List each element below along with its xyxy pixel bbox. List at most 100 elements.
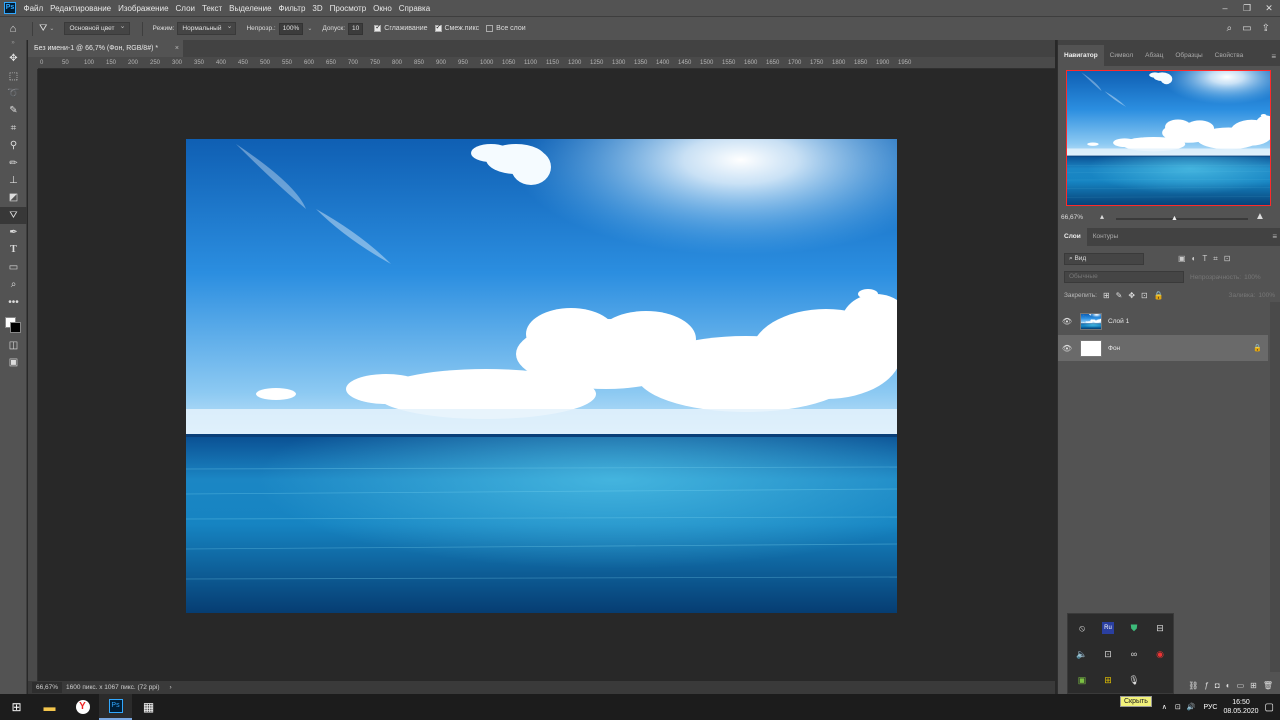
share-icon[interactable]: ⇪: [1262, 23, 1270, 34]
quick-mask-icon[interactable]: ◫: [0, 337, 27, 354]
clock[interactable]: 16:50 08.05.2020: [1224, 698, 1259, 716]
tray-warning-icon[interactable]: ⊞: [1095, 667, 1121, 693]
color-swatches[interactable]: [0, 311, 26, 337]
menu-edit[interactable]: Редактирование: [47, 4, 115, 13]
tab-character[interactable]: Символ: [1104, 45, 1139, 67]
restore-icon[interactable]: ❐: [1236, 3, 1258, 14]
menu-3d[interactable]: 3D: [309, 4, 326, 13]
blend-mode-select[interactable]: Нормальный: [177, 21, 237, 35]
menu-layers[interactable]: Слои: [172, 4, 198, 13]
tray-punto-icon[interactable]: Ru: [1102, 622, 1114, 634]
tray-mic-icon[interactable]: 🎙: [1121, 667, 1147, 693]
status-arrow-icon[interactable]: ›: [170, 684, 172, 691]
lasso-tool-icon[interactable]: ➰: [0, 85, 27, 102]
eye-visibility-icon[interactable]: 👁: [1058, 317, 1076, 326]
navigator-thumbnail[interactable]: [1066, 70, 1271, 206]
slider-handle-icon[interactable]: ▲: [1171, 215, 1178, 222]
menu-image[interactable]: Изображение: [115, 4, 172, 13]
lock-icons[interactable]: ⊞✎✥⊡🔒: [1103, 291, 1170, 300]
navigator-zoom-slider[interactable]: [1116, 218, 1248, 220]
input-language[interactable]: РУС: [1203, 704, 1217, 711]
eyedropper-tool-icon[interactable]: ⚲: [0, 137, 27, 154]
opacity-input[interactable]: 100%: [278, 22, 304, 35]
add-mask-icon[interactable]: ◘: [1215, 681, 1220, 690]
chevron-down-icon[interactable]: ⌄: [307, 25, 312, 32]
volume-icon[interactable]: 🔊: [1187, 703, 1196, 711]
panel-grip-icon[interactable]: »: [0, 40, 26, 50]
vertical-ruler[interactable]: [28, 69, 38, 681]
tab-layers[interactable]: Слои: [1058, 228, 1087, 246]
eraser-tool-icon[interactable]: ◩: [0, 189, 27, 206]
tab-paths[interactable]: Контуры: [1087, 228, 1125, 246]
tray-record-icon[interactable]: ◉: [1147, 641, 1173, 667]
photoshop-taskbar-icon[interactable]: Ps: [99, 694, 132, 720]
canvas-image[interactable]: [186, 139, 897, 613]
lock-icon[interactable]: 🔒: [1253, 344, 1262, 352]
workspace-icon[interactable]: ▭: [1242, 23, 1251, 34]
tray-app-icon[interactable]: ⦸: [1069, 615, 1095, 641]
photoshop-logo-icon[interactable]: Ps: [4, 2, 16, 14]
menu-select[interactable]: Выделение: [226, 4, 275, 13]
tray-sound-icon[interactable]: 🔈: [1069, 641, 1095, 667]
tolerance-input[interactable]: 10: [348, 22, 364, 35]
trash-icon[interactable]: 🗑: [1263, 681, 1273, 690]
new-group-icon[interactable]: ▭: [1237, 681, 1245, 690]
layer-name[interactable]: Фон: [1108, 345, 1120, 352]
tab-navigator[interactable]: Навигатор: [1058, 45, 1104, 67]
type-tool-icon[interactable]: T: [0, 241, 27, 258]
search-icon[interactable]: ⌕: [1227, 23, 1233, 34]
chevron-down-icon[interactable]: ⌄: [49, 25, 54, 32]
layer-filter-icons[interactable]: ▣◐T⌗⊡: [1178, 254, 1237, 264]
tray-link-icon[interactable]: ∞: [1121, 641, 1147, 667]
status-zoom[interactable]: 66,67%: [32, 682, 63, 693]
menu-window[interactable]: Окно: [370, 4, 396, 13]
shape-tool-icon[interactable]: ▭: [0, 259, 27, 276]
marquee-tool-icon[interactable]: ⬚: [0, 67, 27, 84]
minimize-icon[interactable]: –: [1214, 3, 1236, 14]
background-color-swatch[interactable]: [10, 321, 21, 333]
paint-bucket-tool-icon[interactable]: ⛛: [39, 23, 47, 34]
paint-bucket-tool-icon[interactable]: ⛛: [0, 206, 27, 224]
move-tool-icon[interactable]: ✥: [0, 50, 27, 67]
layer-blend-select[interactable]: Обычные: [1064, 271, 1184, 283]
fill-value[interactable]: 100%: [1258, 292, 1275, 299]
file-explorer-icon[interactable]: ▬: [33, 694, 66, 720]
notifications-icon[interactable]: ▢: [1265, 702, 1274, 713]
new-layer-icon[interactable]: ⊞: [1250, 681, 1257, 690]
zoom-tool-icon[interactable]: ⌕: [0, 276, 27, 293]
contiguous-checkbox[interactable]: [434, 23, 442, 32]
fx-icon[interactable]: ƒ: [1204, 681, 1208, 690]
navigator-zoom-value[interactable]: 66,67%: [1061, 214, 1083, 221]
menu-filter[interactable]: Фильтр: [275, 4, 309, 13]
tray-usb-icon[interactable]: ⊟: [1147, 615, 1173, 641]
screen-mode-icon[interactable]: ▣: [0, 354, 27, 371]
layers-scrollbar[interactable]: [1270, 302, 1280, 672]
network-icon[interactable]: ⊡: [1175, 703, 1181, 711]
menu-help[interactable]: Справка: [395, 4, 433, 13]
layer-opacity-value[interactable]: 100%: [1244, 274, 1261, 281]
eye-visibility-icon[interactable]: 👁: [1058, 344, 1076, 353]
tray-shield-icon[interactable]: ⛊: [1121, 615, 1147, 641]
close-tab-icon[interactable]: ×: [175, 40, 179, 57]
menu-file[interactable]: Файл: [20, 4, 47, 13]
menu-view[interactable]: Просмотр: [326, 4, 370, 13]
panel-menu-icon[interactable]: ≡: [1272, 232, 1277, 241]
brush-tool-icon[interactable]: ✏: [0, 154, 27, 171]
yandex-browser-icon[interactable]: Y: [66, 694, 99, 720]
zoom-out-icon[interactable]: ▴: [1100, 212, 1104, 221]
quick-select-tool-icon[interactable]: ✎: [0, 102, 27, 119]
panel-menu-icon[interactable]: ≡: [1271, 52, 1276, 61]
horizontal-ruler[interactable]: 0 50 100 150 200 250 300 350 400 450 500 550 600 650 7…: [38, 57, 1055, 69]
calculator-icon[interactable]: ▦: [132, 694, 165, 720]
windows-start-icon[interactable]: ⊞: [0, 694, 33, 720]
pen-tool-icon[interactable]: ✒: [0, 224, 27, 241]
tray-nvidia-icon[interactable]: ▣: [1069, 667, 1095, 693]
ruler-corner[interactable]: [28, 57, 38, 69]
link-layers-icon[interactable]: ⛓: [1188, 681, 1198, 690]
document-tab[interactable]: Без имени-1 @ 66,7% (Фон, RGB/8#) * ×: [28, 40, 183, 57]
layer-filter-select[interactable]: ⌕ Вид: [1064, 253, 1144, 265]
zoom-in-icon[interactable]: ▲: [1255, 211, 1265, 222]
tray-chevron-icon[interactable]: ∧: [1162, 703, 1167, 711]
antialias-checkbox[interactable]: [374, 23, 382, 32]
fill-source-select[interactable]: Основной цвет: [64, 21, 130, 35]
